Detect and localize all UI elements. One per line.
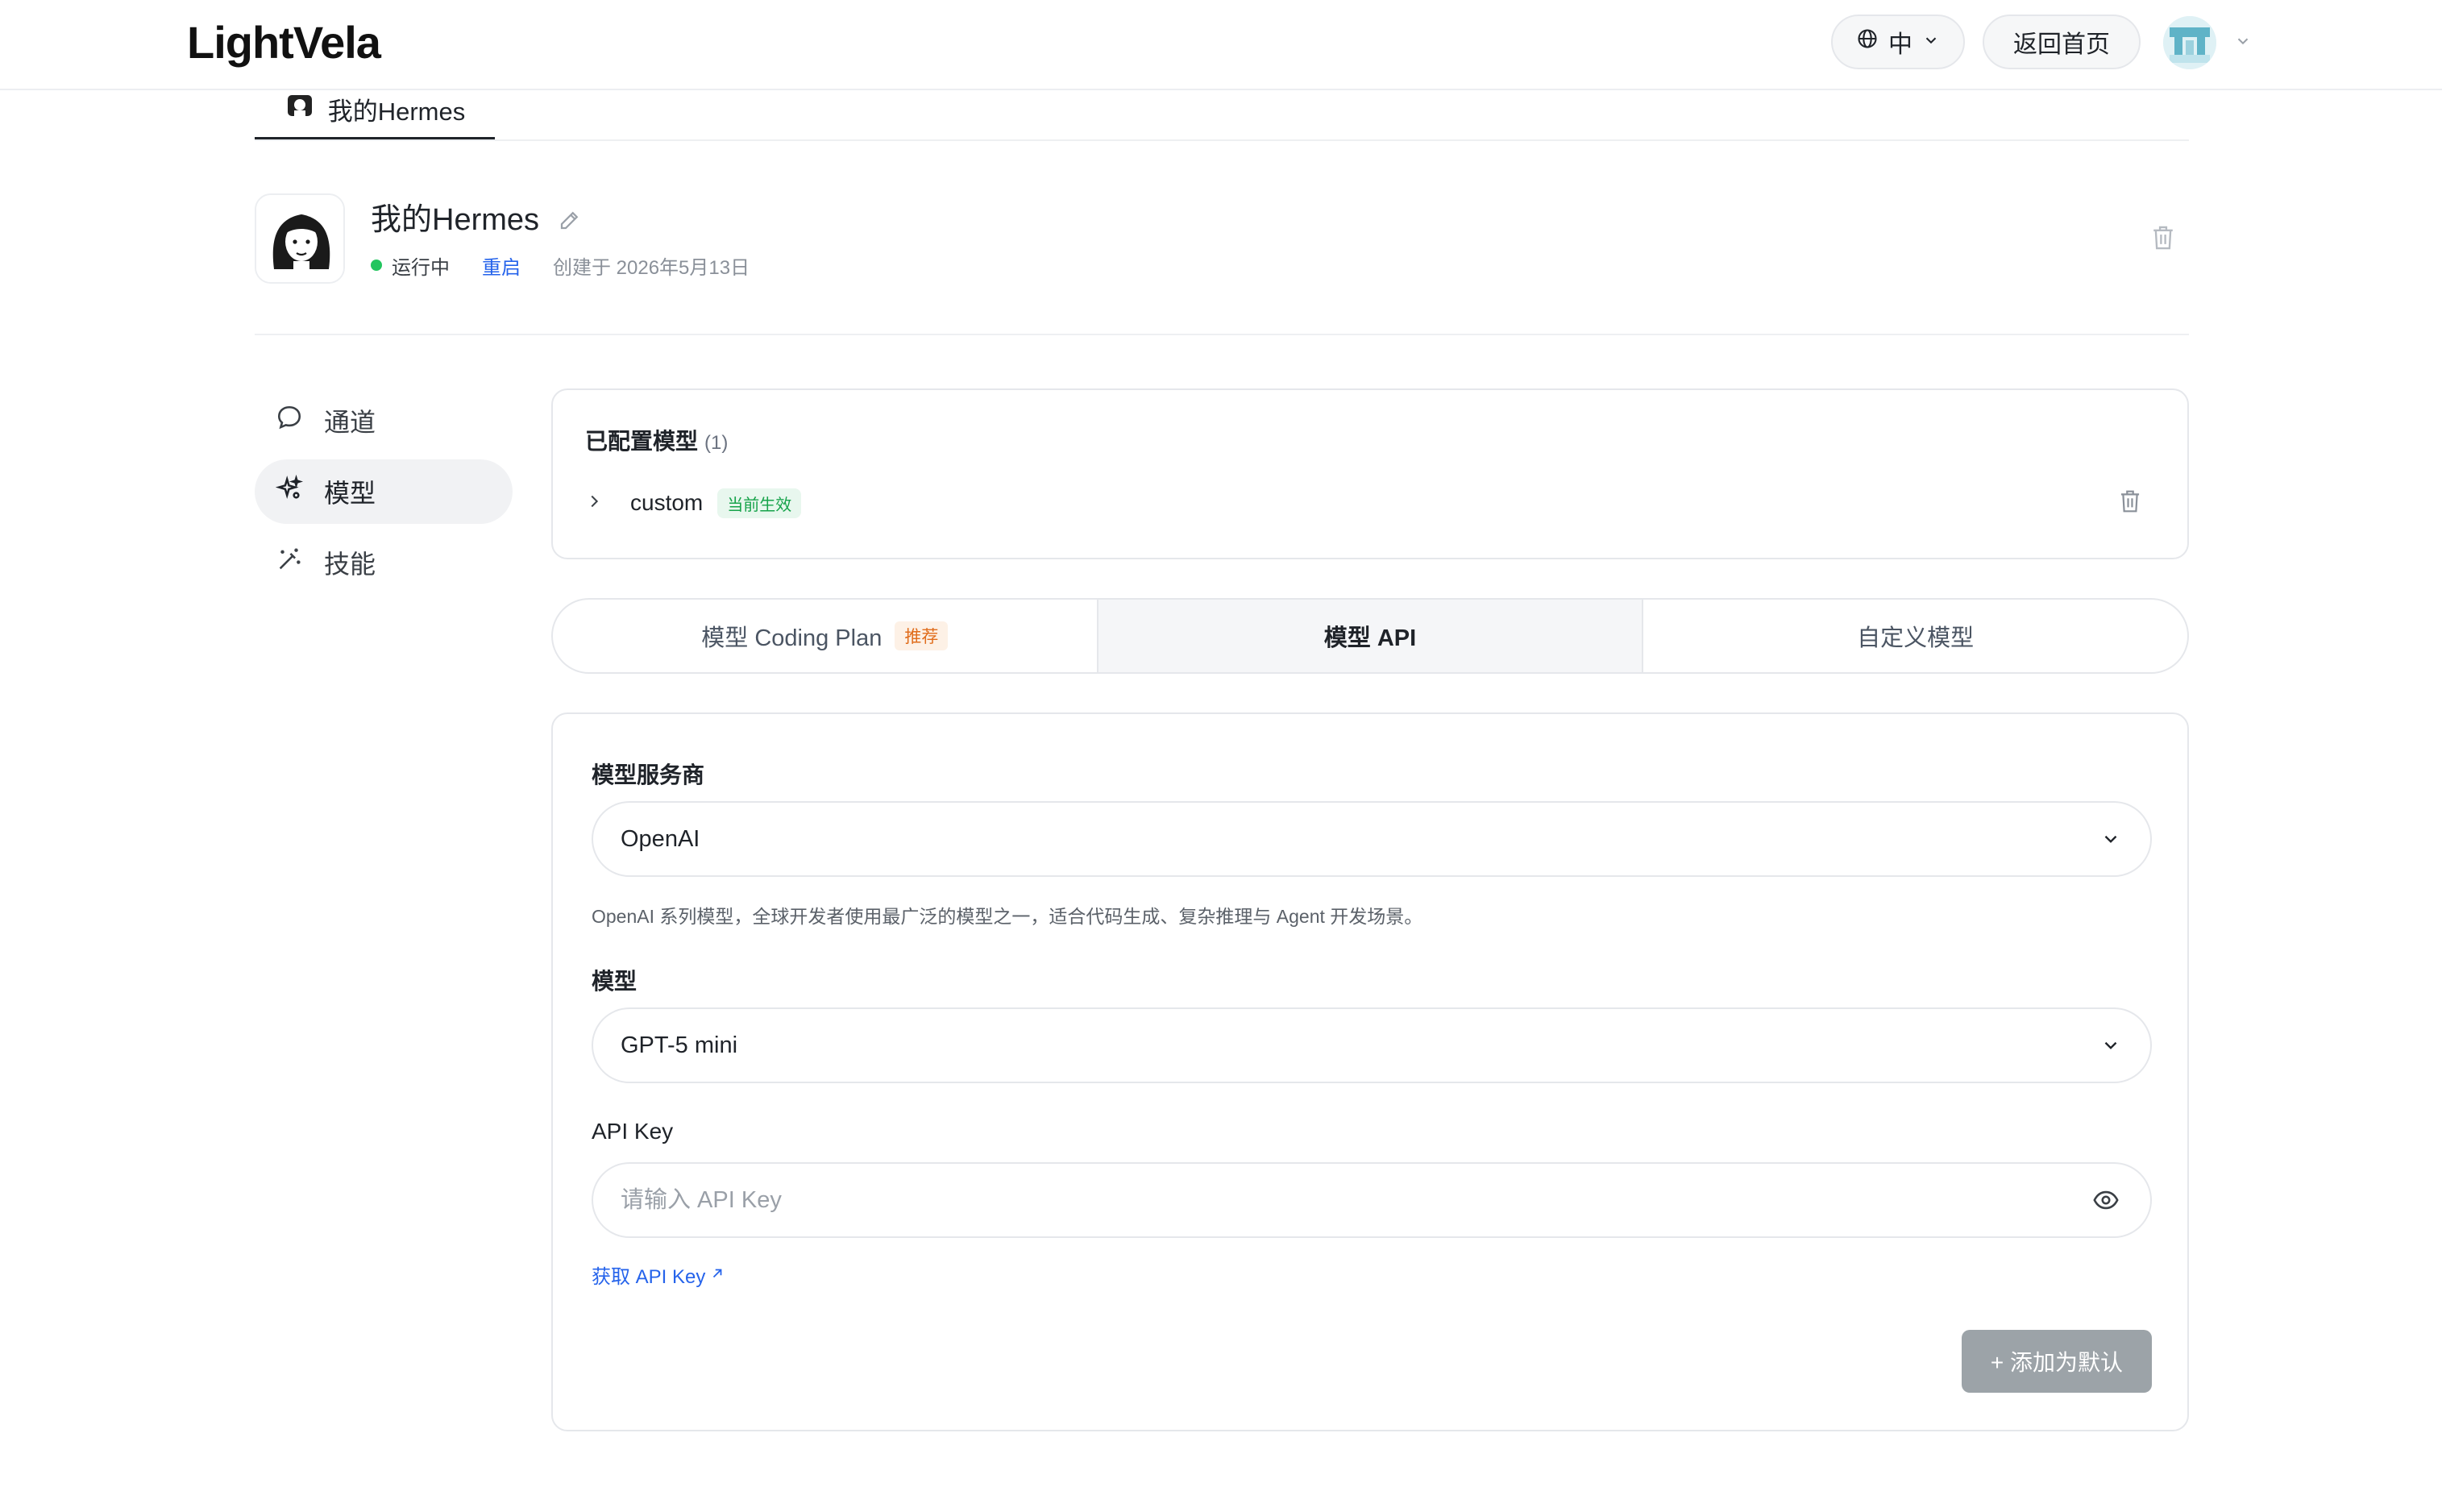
model-source-tabs: 模型 Coding Plan 推荐 模型 API 自定义模型 (551, 598, 2189, 674)
configured-model-name: custom (630, 490, 704, 515)
chevron-down-icon (1922, 28, 1940, 56)
tab-label: 我的Hermes (327, 97, 466, 126)
header-divider (255, 334, 2189, 335)
configured-count: (1) (704, 432, 729, 454)
add-as-default-button[interactable]: + 添加为默认 (1962, 1330, 2152, 1393)
get-apikey-text: 获取 API Key (592, 1266, 706, 1288)
configured-models-card: 已配置模型 (1) custom 当前生效 (551, 388, 2189, 559)
configured-models-title: 已配置模型 (1) (585, 424, 728, 456)
apikey-input[interactable] (592, 1162, 2152, 1238)
back-home-button[interactable]: 返回首页 (1983, 15, 2141, 69)
sidebar-item-skills[interactable]: 技能 (255, 530, 513, 595)
tab-custom-model[interactable]: 自定义模型 (1643, 600, 2187, 672)
provider-description: OpenAI 系列模型，全球开发者使用最广泛的模型之一，适合代码生成、复杂推理与… (592, 906, 1423, 927)
configured-title-text: 已配置模型 (585, 429, 699, 454)
sidebar-item-channels[interactable]: 通道 (255, 388, 513, 453)
delete-model-icon[interactable] (2118, 488, 2142, 518)
delete-agent-icon[interactable] (2150, 224, 2176, 255)
sparkle-icon (275, 474, 304, 509)
chat-bubble-icon (276, 404, 303, 438)
tab-coding-plan[interactable]: 模型 Coding Plan 推荐 (553, 600, 1098, 672)
created-date: 创建于 2026年5月13日 (553, 256, 750, 279)
tab-divider (255, 139, 2189, 141)
tab-model-api[interactable]: 模型 API (1098, 600, 1644, 672)
external-link-icon (710, 1264, 725, 1286)
model-api-form: 模型服务商 OpenAI OpenAI 系列模型，全球开发者使用最广泛的模型之一… (551, 712, 2189, 1431)
recommend-badge: 推荐 (895, 621, 949, 650)
tab-label: 模型 API (1323, 625, 1417, 651)
model-label: 模型 (592, 969, 637, 994)
magic-wand-icon (276, 546, 303, 579)
status-dot (371, 260, 382, 271)
apikey-label: API Key (592, 1119, 674, 1144)
sidebar-item-label: 模型 (324, 479, 376, 508)
status-text: 运行中 (392, 256, 450, 279)
hermes-tab-icon (284, 90, 315, 127)
active-badge: 当前生效 (717, 488, 802, 518)
restart-link[interactable]: 重启 (482, 251, 521, 280)
top-navigation-bar: LightVela 中 返回首页 (0, 0, 2442, 90)
sidebar-item-label: 技能 (324, 550, 376, 579)
avatar[interactable] (2163, 16, 2216, 69)
language-label: 中 (1888, 31, 1912, 58)
language-switcher[interactable]: 中 (1831, 15, 1965, 69)
sidebar-item-models[interactable]: 模型 (255, 459, 513, 524)
model-select[interactable]: GPT-5 mini (592, 1007, 2152, 1083)
eye-icon[interactable] (2092, 1186, 2120, 1218)
chevron-down-icon (2100, 829, 2121, 856)
chevron-down-icon[interactable] (2234, 32, 2252, 54)
pencil-icon[interactable] (558, 208, 582, 236)
agent-name: 我的Hermes (371, 203, 540, 237)
model-value: GPT-5 mini (621, 1032, 738, 1058)
chevron-right-icon[interactable] (585, 492, 603, 514)
agent-avatar (255, 193, 345, 284)
tab-label: 自定义模型 (1857, 625, 1975, 651)
provider-select[interactable]: OpenAI (592, 801, 2152, 877)
configured-model-row[interactable]: custom 当前生效 (585, 485, 802, 521)
globe-icon (1856, 27, 1879, 56)
agent-status-row: 运行中 重启 创建于 2026年5月13日 (371, 251, 750, 280)
tab-my-hermes[interactable]: 我的Hermes (255, 81, 495, 140)
provider-label: 模型服务商 (592, 762, 705, 787)
sidebar-item-label: 通道 (324, 408, 376, 437)
chevron-down-icon (2100, 1035, 2121, 1062)
provider-value: OpenAI (621, 825, 700, 852)
get-apikey-link[interactable]: 获取 API Key (592, 1261, 725, 1289)
tab-label: 模型 Coding Plan (701, 625, 883, 651)
app-logo[interactable]: LightVela (187, 15, 381, 71)
